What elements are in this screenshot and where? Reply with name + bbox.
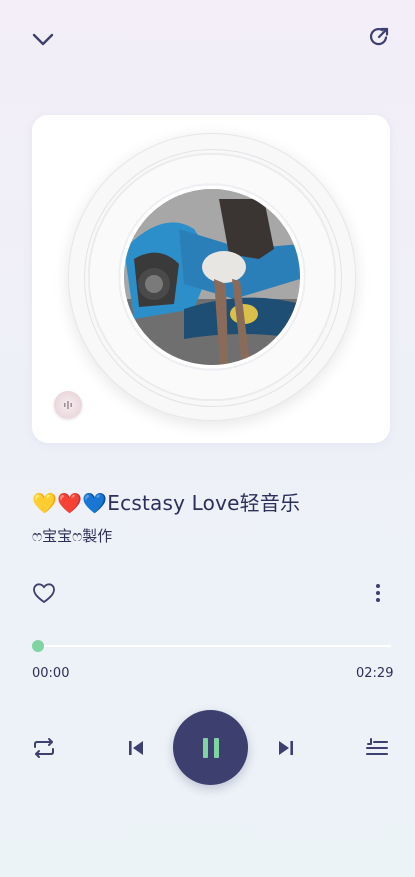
current-time: 00:00 bbox=[32, 666, 70, 681]
album-cover bbox=[124, 189, 300, 365]
next-button[interactable] bbox=[272, 734, 300, 762]
total-time: 02:29 bbox=[356, 666, 394, 681]
playlist-button[interactable] bbox=[362, 734, 392, 762]
like-button[interactable] bbox=[30, 580, 58, 606]
previous-button[interactable] bbox=[122, 734, 150, 762]
more-button[interactable] bbox=[366, 580, 390, 606]
song-title: 💛❤️💙Ecstasy Love轻音乐 bbox=[32, 491, 301, 515]
sound-icon bbox=[64, 401, 72, 409]
progress-track[interactable] bbox=[37, 645, 391, 647]
repeat-button[interactable] bbox=[28, 734, 60, 762]
share-button[interactable] bbox=[362, 20, 396, 54]
heart-icon bbox=[33, 583, 55, 603]
pause-button[interactable] bbox=[173, 710, 248, 785]
skip-previous-icon bbox=[129, 741, 143, 755]
chevron-down-icon bbox=[32, 33, 54, 46]
collapse-button[interactable] bbox=[24, 22, 62, 56]
song-artist: ෆ宝宝ෆ製作 bbox=[32, 527, 113, 545]
more-vertical-icon bbox=[376, 584, 380, 602]
sound-effect-button[interactable] bbox=[54, 391, 82, 419]
repeat-icon bbox=[34, 738, 54, 758]
playlist-icon bbox=[366, 738, 388, 755]
share-icon bbox=[369, 27, 389, 46]
album-cover-art bbox=[124, 189, 300, 365]
progress-knob[interactable] bbox=[32, 640, 44, 652]
skip-next-icon bbox=[279, 741, 293, 755]
pause-icon bbox=[202, 737, 219, 758]
